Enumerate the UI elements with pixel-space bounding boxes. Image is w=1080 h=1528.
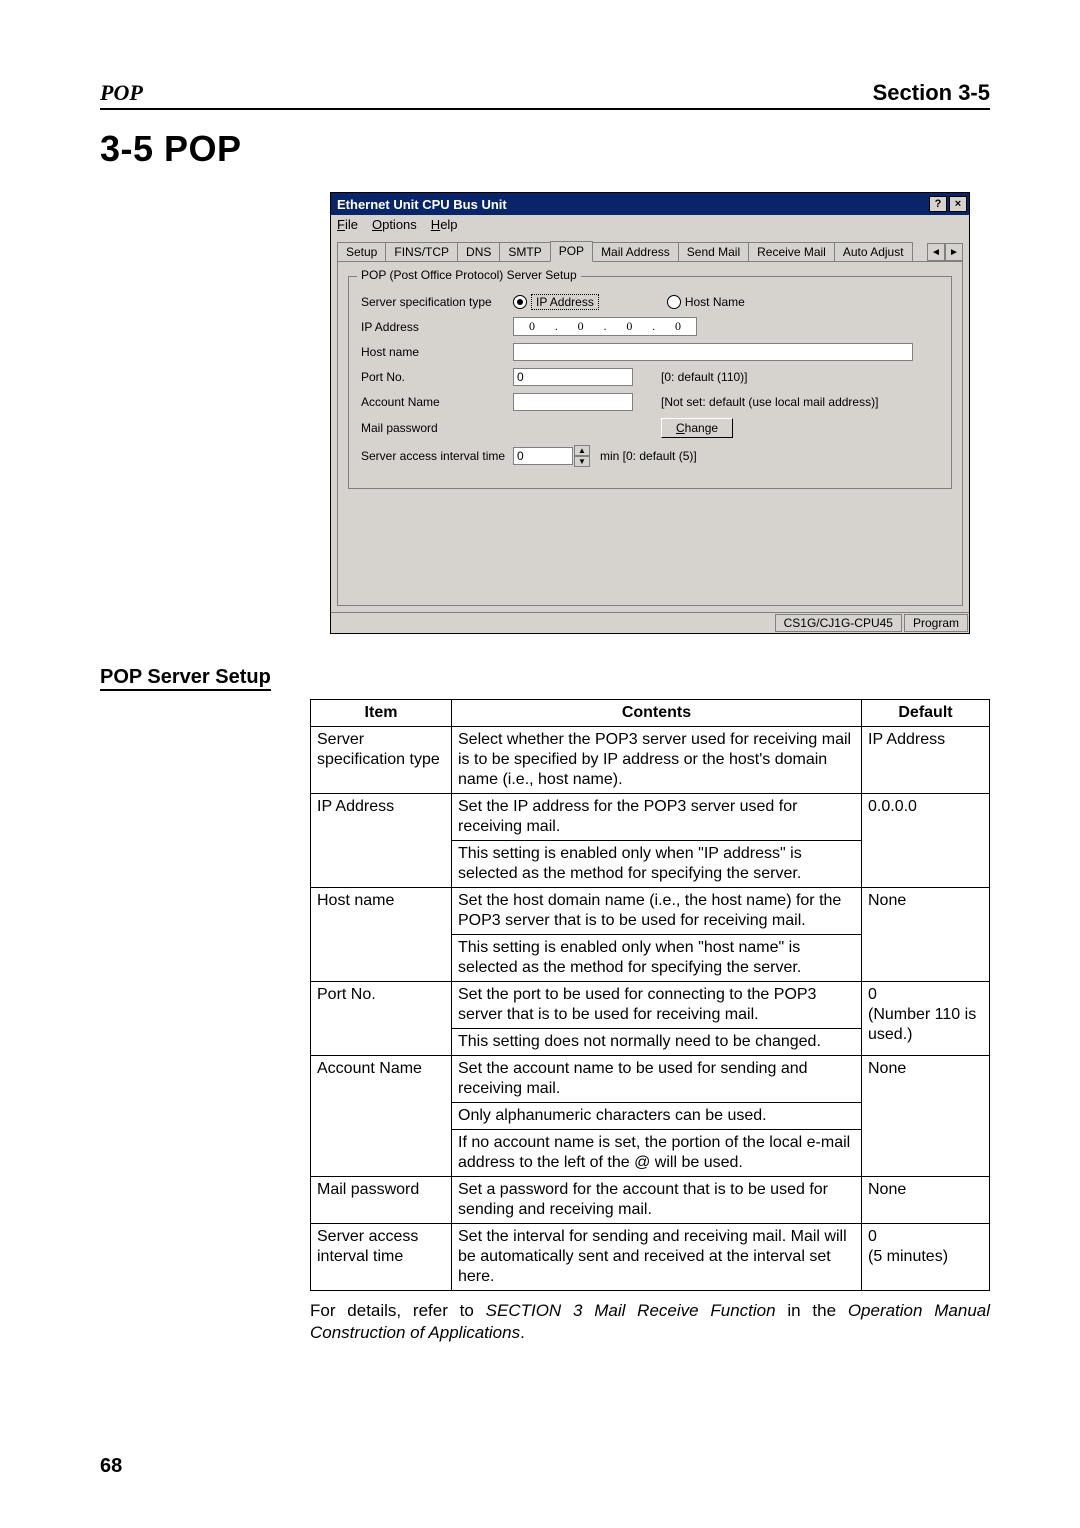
port-no-input[interactable] [513,368,633,386]
cell-contents: Set the IP address for the POP3 server u… [452,794,862,841]
radio-host-name[interactable]: Host Name [667,295,745,309]
tab-setup[interactable]: Setup [337,242,386,262]
statusbar: CS1G/CJ1G-CPU45 Program [331,612,969,633]
spinner-down-icon[interactable]: ▼ [574,456,590,467]
pop-server-setup-group: POP (Post Office Protocol) Server Setup … [348,276,952,489]
cell-default: 0 (Number 110 is used.) [862,982,990,1056]
cell-contents: This setting is enabled only when "IP ad… [452,841,862,888]
help-icon[interactable]: ? [929,196,947,212]
cell-default: 0.0.0.0 [862,794,990,888]
status-cpu: CS1G/CJ1G-CPU45 [775,614,902,632]
tab-receive-mail[interactable]: Receive Mail [748,242,835,262]
label-interval: Server access interval time [361,449,511,463]
cell-default: IP Address [862,727,990,794]
header-right: Section 3-5 [873,80,990,106]
cell-default: 0 (5 minutes) [862,1224,990,1291]
group-legend: POP (Post Office Protocol) Server Setup [357,268,581,282]
running-header: POP Section 3-5 [100,80,990,110]
table-row: Mail passwordSet a password for the acco… [311,1177,990,1224]
cell-contents: Select whether the POP3 server used for … [452,727,862,794]
menubar: File Options Help [331,215,969,236]
account-name-input[interactable] [513,393,633,411]
tab-auto-adjust[interactable]: Auto Adjust [834,242,913,262]
interval-spinner[interactable]: ▲ ▼ [574,445,590,467]
interval-hint: min [0: default (5)] [600,449,697,463]
tab-scroll-right-icon[interactable]: ► [945,243,963,261]
table-row: Account NameSet the account name to be u… [311,1056,990,1103]
tab-send-mail[interactable]: Send Mail [678,242,749,262]
tab-pop[interactable]: POP [550,241,593,262]
tab-mail-address[interactable]: Mail Address [592,242,679,262]
pop-server-setup-heading: POP Server Setup [100,666,271,691]
settings-table-body: Server specification typeSelect whether … [311,727,990,1291]
spinner-up-icon[interactable]: ▲ [574,445,590,456]
menu-help[interactable]: Help [431,217,458,232]
cell-contents: This setting does not normally need to b… [452,1029,862,1056]
cell-contents: This setting is enabled only when "host … [452,935,862,982]
cell-contents: Set a password for the account that is t… [452,1177,862,1224]
table-row: Host nameSet the host domain name (i.e.,… [311,888,990,935]
footnote: For details, refer to SECTION 3 Mail Rec… [310,1300,990,1344]
tab-panel: POP (Post Office Protocol) Server Setup … [337,261,963,606]
radio-dot-icon [667,295,681,309]
tabstrip: Setup FINS/TCP DNS SMTP POP Mail Address… [331,236,969,261]
tab-smtp[interactable]: SMTP [499,242,550,262]
cell-item: Server access interval time [311,1224,452,1291]
cell-item: Port No. [311,982,452,1056]
page-number: 68 [100,1455,122,1478]
cell-contents: Set the interval for sending and receivi… [452,1224,862,1291]
radio-ip-address[interactable]: IP Address [513,294,599,310]
port-hint: [0: default (110)] [661,370,748,384]
label-mail-password: Mail password [361,421,511,435]
header-left: POP [100,80,143,106]
cell-contents: Set the host domain name (i.e., the host… [452,888,862,935]
cell-default: None [862,1177,990,1224]
tab-scroll-left-icon[interactable]: ◄ [927,243,945,261]
label-server-spec-type: Server specification type [361,295,511,309]
label-port-no: Port No. [361,370,511,384]
close-icon[interactable]: × [949,196,967,212]
radio-ip-label: IP Address [531,294,599,310]
radio-dot-selected-icon [513,295,527,309]
tab-dns[interactable]: DNS [457,242,500,262]
label-host-name: Host name [361,345,511,359]
menu-file[interactable]: File [337,217,358,232]
th-item: Item [311,700,452,727]
host-name-input[interactable] [513,343,913,361]
th-default: Default [862,700,990,727]
menu-options[interactable]: Options [372,217,417,232]
change-password-button[interactable]: Change [661,418,733,438]
cell-default: None [862,888,990,982]
section-title: 3-5 POP [100,128,990,170]
status-mode: Program [904,614,968,632]
table-row: Server specification typeSelect whether … [311,727,990,794]
ip-address-field[interactable]: 0. 0. 0. 0 [513,317,697,336]
interval-input[interactable] [513,447,573,465]
label-ip-address: IP Address [361,320,511,334]
label-account-name: Account Name [361,395,511,409]
cell-contents: Only alphanumeric characters can be used… [452,1103,862,1130]
table-row: IP AddressSet the IP address for the POP… [311,794,990,841]
cell-contents: If no account name is set, the portion o… [452,1130,862,1177]
cell-contents: Set the port to be used for connecting t… [452,982,862,1029]
account-hint: [Not set: default (use local mail addres… [661,395,878,409]
radio-host-label: Host Name [685,295,745,309]
th-contents: Contents [452,700,862,727]
titlebar: Ethernet Unit CPU Bus Unit ? × [331,193,969,215]
table-row: Server access interval timeSet the inter… [311,1224,990,1291]
settings-table: Item Contents Default Server specificati… [310,699,990,1291]
tab-fins-tcp[interactable]: FINS/TCP [385,242,458,262]
cell-default: None [862,1056,990,1177]
cell-item: IP Address [311,794,452,888]
cell-item: Host name [311,888,452,982]
cell-item: Account Name [311,1056,452,1177]
cell-item: Server specification type [311,727,452,794]
table-row: Port No.Set the port to be used for conn… [311,982,990,1029]
dialog-window: Ethernet Unit CPU Bus Unit ? × File Opti… [330,192,970,634]
cell-item: Mail password [311,1177,452,1224]
window-title: Ethernet Unit CPU Bus Unit [337,197,507,212]
cell-contents: Set the account name to be used for send… [452,1056,862,1103]
